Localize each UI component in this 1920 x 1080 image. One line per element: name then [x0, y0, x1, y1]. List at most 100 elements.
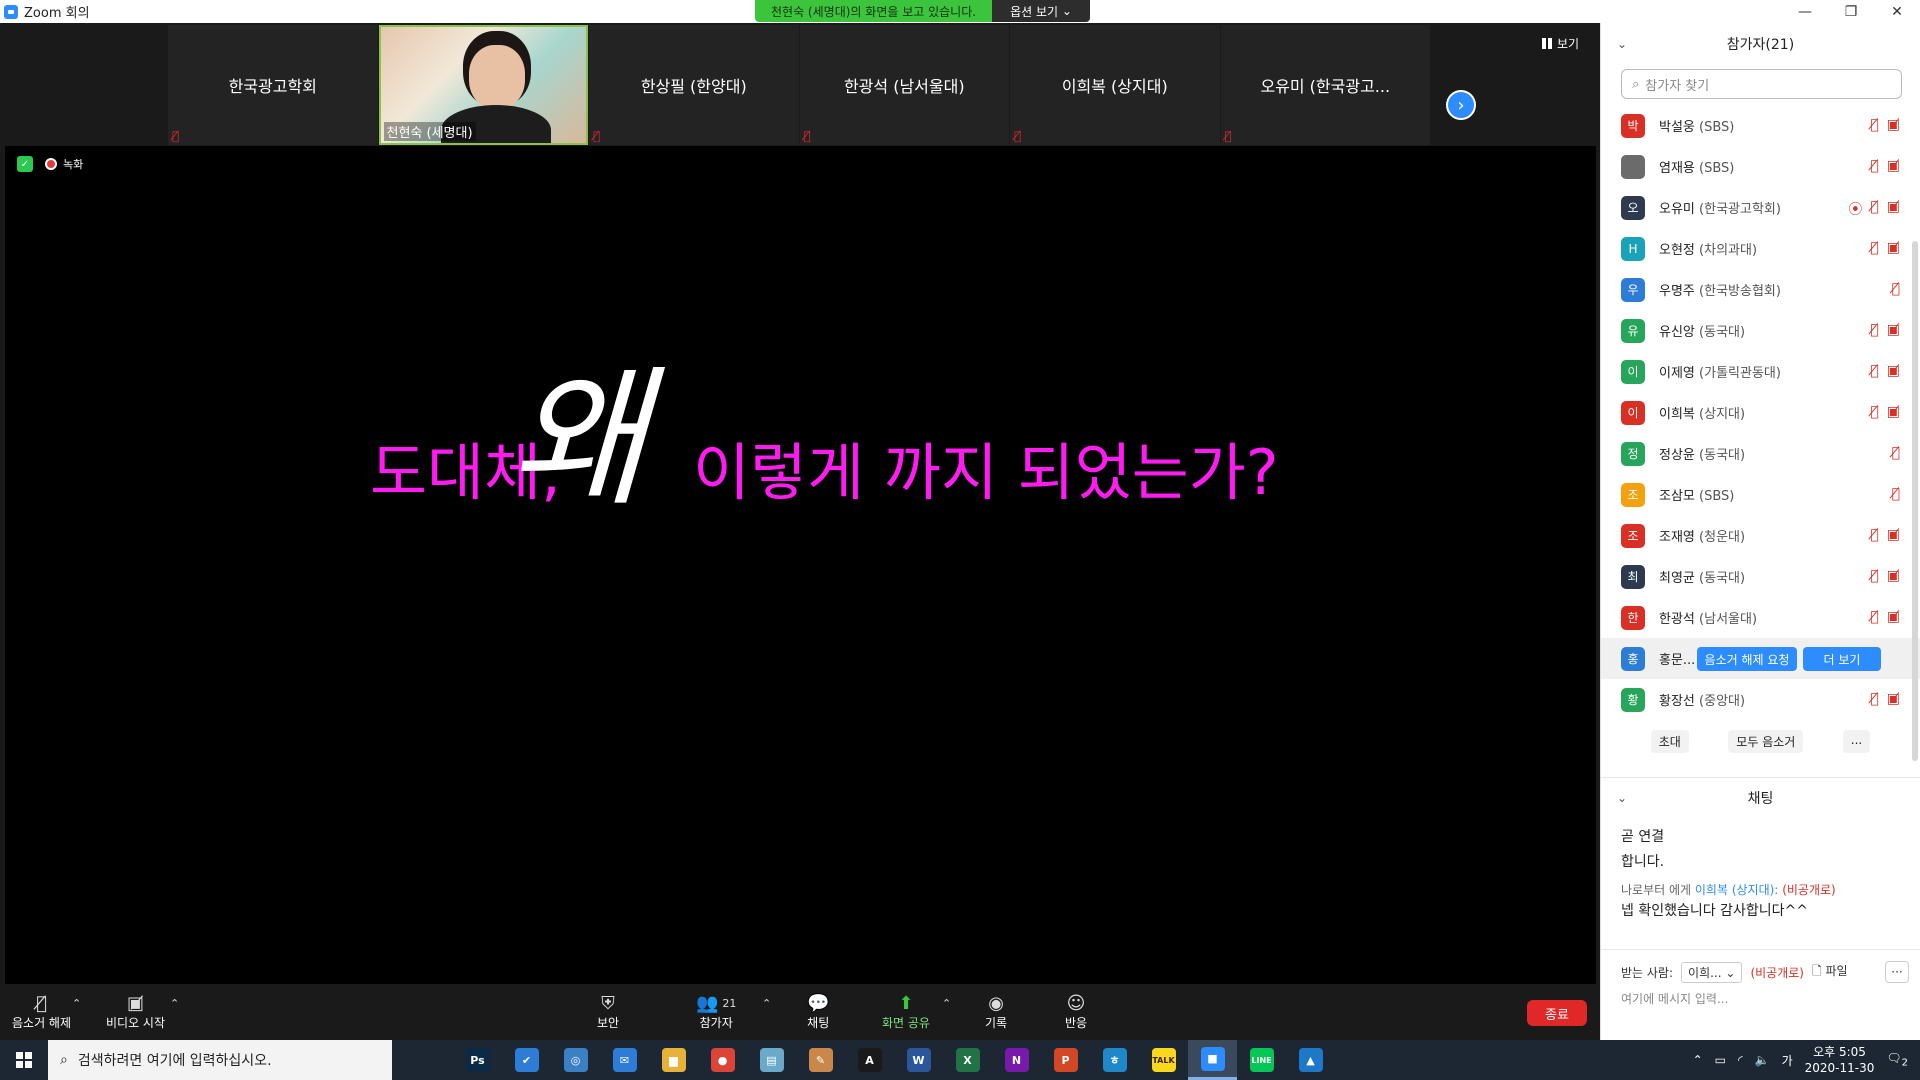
video-off-icon[interactable]: ▣̸ [1887, 199, 1900, 219]
chat-message-input[interactable]: 여기에 메시지 입력... [1621, 990, 1909, 1007]
video-off-icon[interactable]: ▣̸ [1887, 527, 1900, 543]
taskbar-app[interactable]: ✔ [502, 1040, 551, 1080]
participant-row[interactable]: 우 우명주 (한국방송협회) 🎙̸ [1601, 269, 1920, 310]
taskbar-app[interactable]: LINE [1237, 1040, 1286, 1080]
mic-muted-icon[interactable]: 🎙̸ [1870, 568, 1878, 584]
taskbar-app[interactable]: P [1041, 1040, 1090, 1080]
participant-row[interactable]: 이 이제영 (가톨릭관동대) 🎙̸ ▣̸ [1601, 351, 1920, 392]
video-off-icon[interactable]: ▣̸ [1887, 240, 1900, 256]
record-button[interactable]: ◉ 기록 [985, 992, 1007, 1031]
security-button[interactable]: ⛨ 보안 [597, 992, 619, 1031]
participant-search-input[interactable]: ⌕ 참가자 찾기 [1621, 69, 1902, 99]
video-thumbnail[interactable]: 이희복 (상지대) 🎙̸ [1010, 25, 1220, 145]
taskbar-app[interactable]: ◎ [551, 1040, 600, 1080]
mic-muted-icon[interactable]: 🎙̸ [1870, 158, 1878, 174]
taskbar-app[interactable]: ▲ [1286, 1040, 1335, 1080]
taskbar-app[interactable]: W [894, 1040, 943, 1080]
chevron-up-icon[interactable]: ⌃ [1693, 1053, 1703, 1067]
clock[interactable]: 오후 5:05 2020-11-30 [1805, 1044, 1875, 1076]
video-off-icon[interactable]: ▣̸ [1887, 322, 1900, 338]
participant-row[interactable]: 이 이희복 (상지대) 🎙̸ ▣̸ [1601, 392, 1920, 433]
video-thumbnail[interactable]: 오유미 (한국광고... 🎙̸ [1220, 25, 1431, 145]
mic-muted-icon[interactable]: 🎙̸ [1870, 322, 1878, 338]
panel-scrollbar[interactable] [1912, 241, 1918, 761]
mic-muted-icon[interactable]: 🎙̸ [1870, 117, 1878, 133]
unmute-button[interactable]: 🎙̸ 음소거 해제 [12, 992, 71, 1031]
mic-muted-icon[interactable]: 🎙̸ [1870, 609, 1878, 625]
start-video-button[interactable]: ▣̸ 비디오 시작 [106, 992, 165, 1031]
mic-muted-icon[interactable]: 🎙̸ [1870, 240, 1878, 256]
video-off-icon[interactable]: ▣̸ [1887, 609, 1900, 625]
mic-muted-icon[interactable]: 🎙̸ [1870, 363, 1878, 379]
participant-row[interactable]: H 오현정 (차의과대) 🎙̸ ▣̸ [1601, 228, 1920, 269]
mic-muted-icon[interactable]: 🎙̸ [1892, 281, 1900, 297]
participant-more-button[interactable]: 더 보기 [1803, 647, 1881, 671]
taskbar-app[interactable]: A [845, 1040, 894, 1080]
active-speaker-video[interactable]: 천현숙 (세명대) [378, 25, 589, 145]
taskbar-app[interactable]: Ps [453, 1040, 502, 1080]
view-layout-button[interactable]: 보기 [1542, 35, 1579, 52]
participants-button[interactable]: 👥 21 참가자 [696, 992, 736, 1031]
participant-row[interactable]: 홍 홍문... 음소거 해제 요청 더 보기 [1601, 638, 1920, 679]
share-options-caret[interactable]: ⌃ [942, 992, 951, 1014]
video-thumbnail[interactable]: 한국광고학회 🎙̸ [168, 25, 378, 145]
taskbar-app[interactable]: ㅎ [1090, 1040, 1139, 1080]
taskbar-app[interactable]: N [992, 1040, 1041, 1080]
video-off-icon[interactable]: ▣̸ [1887, 158, 1900, 174]
video-off-icon[interactable]: ▣̸ [1887, 404, 1900, 420]
invite-button[interactable]: 초대 [1650, 730, 1689, 753]
chat-meta-recipient[interactable]: 이희복 (상지대): [1695, 883, 1778, 897]
taskbar-app[interactable]: ✎ [796, 1040, 845, 1080]
video-off-icon[interactable]: ▣̸ [1887, 568, 1900, 584]
minimize-icon[interactable]: — [1782, 0, 1828, 23]
mic-muted-icon[interactable]: 🎙̸ [1870, 199, 1878, 219]
ask-unmute-button[interactable]: 음소거 해제 요청 [1697, 647, 1797, 671]
participant-row[interactable]: 조 조재영 (청운대) 🎙̸ ▣̸ [1601, 515, 1920, 556]
participant-row[interactable]: 한 한광석 (남서울대) 🎙̸ ▣̸ [1601, 597, 1920, 638]
video-thumbnail[interactable]: 한상필 (한양대) 🎙̸ [589, 25, 799, 145]
participants-options-caret[interactable]: ⌃ [762, 992, 771, 1014]
collapse-chevron-icon[interactable]: ⌄ [1617, 37, 1627, 51]
taskbar-search[interactable]: ⌕ 검색하려면 여기에 입력하십시오. [48, 1040, 392, 1080]
participant-row[interactable]: 박 박설웅 (SBS) 🎙̸ ▣̸ [1601, 105, 1920, 146]
participant-row[interactable]: 오 오유미 (한국광고학회) ⦿ 🎙̸ ▣̸ [1601, 187, 1920, 228]
video-off-icon[interactable]: ▣̸ [1887, 691, 1900, 707]
taskbar-app[interactable]: ▆ [649, 1040, 698, 1080]
taskbar-app[interactable]: X [943, 1040, 992, 1080]
participant-row[interactable]: 정 정상윤 (동국대) 🎙̸ [1601, 433, 1920, 474]
wifi-icon[interactable]: ◜ [1738, 1053, 1743, 1067]
mic-muted-icon[interactable]: 🎙̸ [1870, 691, 1878, 707]
taskbar-app[interactable] [404, 1040, 453, 1080]
mic-muted-icon[interactable]: 🎙̸ [1892, 486, 1900, 502]
start-button[interactable] [0, 1040, 48, 1080]
taskbar-app[interactable]: ✉ [600, 1040, 649, 1080]
file-button[interactable]: 🗋 파일 [1812, 962, 1848, 983]
collapse-chevron-icon[interactable]: ⌄ [1617, 791, 1627, 805]
more-options-button[interactable]: ... [1842, 730, 1871, 753]
recipient-select[interactable]: 이희... ⌄ [1681, 961, 1743, 983]
video-off-icon[interactable]: ▣̸ [1887, 117, 1900, 133]
ime-indicator[interactable]: 가 [1782, 1052, 1793, 1069]
chat-button[interactable]: 💬 채팅 [807, 992, 829, 1031]
maximize-icon[interactable]: ❐ [1828, 0, 1874, 23]
view-options-button[interactable]: 옵션 보기 ⌄ [992, 0, 1090, 22]
audio-options-caret[interactable]: ⌃ [72, 992, 81, 1014]
participant-row[interactable]: 유 유신앙 (동국대) 🎙̸ ▣̸ [1601, 310, 1920, 351]
mic-muted-icon[interactable]: 🎙̸ [1870, 527, 1878, 543]
battery-icon[interactable]: ▭ [1715, 1053, 1726, 1067]
mute-all-button[interactable]: 모두 음소거 [1728, 730, 1804, 753]
taskbar-app[interactable]: ● [698, 1040, 747, 1080]
chat-more-button[interactable]: ··· [1885, 961, 1909, 983]
volume-icon[interactable]: 🔈 [1755, 1053, 1770, 1067]
notification-icon[interactable]: 🗨2 [1886, 1051, 1908, 1068]
participant-row[interactable]: 염재용 (SBS) 🎙̸ ▣̸ [1601, 146, 1920, 187]
mic-muted-icon[interactable]: 🎙̸ [1892, 445, 1900, 461]
participant-row[interactable]: 조 조삼모 (SBS) 🎙̸ [1601, 474, 1920, 515]
end-meeting-button[interactable]: 종료 [1527, 1000, 1587, 1026]
mic-muted-icon[interactable]: 🎙̸ [1870, 404, 1878, 420]
reactions-button[interactable]: ☺ 반응 [1065, 992, 1087, 1031]
video-off-icon[interactable]: ▣̸ [1887, 363, 1900, 379]
video-options-caret[interactable]: ⌃ [170, 992, 179, 1014]
participant-row[interactable]: 최 최영균 (동국대) 🎙̸ ▣̸ [1601, 556, 1920, 597]
participant-row[interactable]: 황 황장선 (중앙대) 🎙̸ ▣̸ [1601, 679, 1920, 720]
